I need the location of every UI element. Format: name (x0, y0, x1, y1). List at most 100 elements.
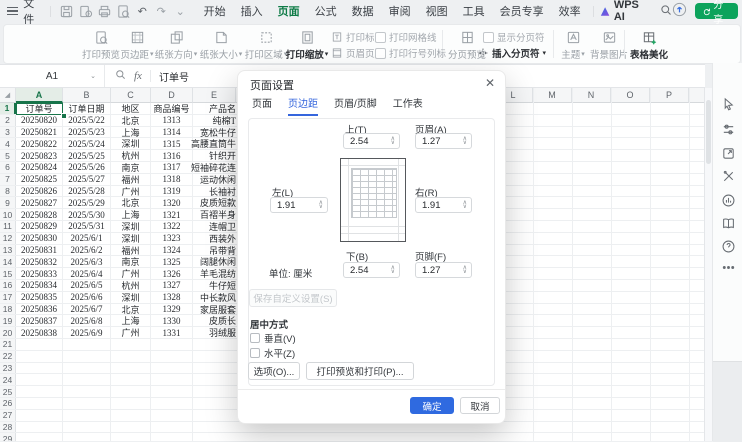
cell-D27[interactable] (151, 410, 193, 421)
cell-A5[interactable]: 20250823 (16, 150, 63, 161)
cell-A19[interactable]: 20250837 (16, 315, 63, 326)
tools-icon[interactable] (720, 168, 736, 184)
cell-B14[interactable]: 2025/6/3 (63, 256, 111, 267)
cell-C8[interactable]: 广州 (111, 186, 151, 197)
footer-margin-input[interactable]: 1.27 ∧∨ (415, 262, 472, 278)
row-header-19[interactable]: 19 (0, 315, 16, 326)
cell-E24[interactable] (193, 374, 236, 385)
cell-B28[interactable] (63, 422, 111, 433)
cell-E2[interactable]: 纯棉T (193, 115, 236, 126)
cell-B15[interactable]: 2025/6/4 (63, 268, 111, 279)
cell-E29[interactable] (193, 433, 236, 441)
row-header-6[interactable]: 6 (0, 162, 16, 173)
formula-search-icon[interactable] (115, 69, 126, 83)
print-preview-and-print-button[interactable]: 打印预览和打印(P)... (306, 362, 414, 380)
menu-tab-公式[interactable]: 公式 (315, 3, 337, 19)
cell-C29[interactable] (111, 433, 151, 441)
cell-C25[interactable] (111, 386, 151, 397)
cell-B7[interactable]: 2025/5/27 (63, 174, 111, 185)
cell-B11[interactable]: 2025/5/31 (63, 221, 111, 232)
search-icon[interactable] (660, 4, 672, 19)
checkbox-print-gridlines[interactable]: 打印网格线 (375, 30, 437, 44)
cell-C11[interactable]: 深圳 (111, 221, 151, 232)
cell-A20[interactable]: 20250838 (16, 327, 63, 338)
vertical-center-checkbox-row[interactable]: 垂直(V) (250, 331, 296, 345)
row-header-1[interactable]: 1 (0, 103, 16, 114)
cell-A6[interactable]: 20250824 (16, 162, 63, 173)
row-header-27[interactable]: 27 (0, 410, 16, 421)
save-custom-settings-button[interactable]: 保存自定义设置(S) (249, 289, 337, 307)
cell-B1[interactable]: 订单日期 (63, 103, 111, 114)
cell-E7[interactable]: 运动休闲 (193, 174, 236, 185)
dialog-tab-页边距[interactable]: 页边距 (288, 95, 318, 116)
cell-B9[interactable]: 2025/5/29 (63, 197, 111, 208)
menu-tab-插入[interactable]: 插入 (241, 3, 263, 19)
checkbox-icon[interactable] (375, 32, 386, 43)
cell-E9[interactable]: 皮质短款 (193, 197, 236, 208)
chevron-down-icon[interactable]: ⌄ (90, 73, 96, 80)
bottom-margin-input[interactable]: 2.54 ∧∨ (343, 262, 400, 278)
row-header-25[interactable]: 25 (0, 386, 16, 397)
row-header-11[interactable]: 11 (0, 221, 16, 232)
cell-A10[interactable]: 20250828 (16, 209, 63, 220)
cell-E27[interactable] (193, 410, 236, 421)
ribbon-item-表格美化[interactable]: 表格美化 (627, 28, 671, 61)
cell-A24[interactable] (16, 374, 63, 385)
cell-B5[interactable]: 2025/5/25 (63, 150, 111, 161)
cell-C7[interactable]: 福州 (111, 174, 151, 185)
cell-C16[interactable]: 杭州 (111, 280, 151, 291)
cell-C4[interactable]: 深圳 (111, 138, 151, 149)
checkbox-icon[interactable] (375, 48, 386, 59)
print-preview-icon[interactable] (116, 4, 131, 19)
column-header-A[interactable]: A (16, 88, 63, 103)
cell-A3[interactable]: 20250821 (16, 127, 63, 138)
spinner-arrows-icon[interactable]: ∧∨ (391, 266, 399, 274)
cell-A27[interactable] (16, 410, 63, 421)
cell-D4[interactable]: 1315 (151, 138, 193, 149)
cell-B3[interactable]: 2025/5/23 (63, 127, 111, 138)
cell-C9[interactable]: 北京 (111, 197, 151, 208)
cell-A25[interactable] (16, 386, 63, 397)
cell-A15[interactable]: 20250833 (16, 268, 63, 279)
options-button[interactable]: 选项(O)... (248, 362, 300, 380)
formula-bar-content[interactable]: 订单号 (159, 69, 189, 84)
cloud-upload-icon[interactable] (672, 2, 687, 20)
cell-E15[interactable]: 羊毛混纺 (193, 268, 236, 279)
column-header-B[interactable]: B (63, 88, 111, 103)
cell-E20[interactable]: 羽绒服 (193, 327, 236, 338)
cell-C27[interactable] (111, 410, 151, 421)
table-row[interactable]: 29 (0, 433, 704, 441)
row-header-5[interactable]: 5 (0, 150, 16, 161)
cell-A21[interactable] (16, 339, 63, 350)
menu-tab-数据[interactable]: 数据 (352, 3, 374, 19)
row-header-15[interactable]: 15 (0, 268, 16, 279)
wps-ai-button[interactable]: WPS AI (600, 0, 650, 23)
cell-B22[interactable] (63, 351, 111, 362)
cell-D26[interactable] (151, 398, 193, 409)
cell-E23[interactable] (193, 363, 236, 374)
spinner-arrows-icon[interactable]: ∧∨ (319, 201, 327, 209)
sliders-icon[interactable] (720, 121, 736, 137)
chevron-down-icon[interactable]: ⌄ (173, 4, 188, 19)
menu-tab-会员专享[interactable]: 会员专享 (500, 3, 544, 19)
cell-D28[interactable] (151, 422, 193, 433)
cell-C28[interactable] (111, 422, 151, 433)
cell-A7[interactable]: 20250825 (16, 174, 63, 185)
row-header-20[interactable]: 20 (0, 327, 16, 338)
cell-D16[interactable]: 1327 (151, 280, 193, 291)
cell-D5[interactable]: 1316 (151, 150, 193, 161)
row-header-3[interactable]: 3 (0, 127, 16, 138)
spinner-arrows-icon[interactable]: ∧∨ (463, 266, 471, 274)
column-header-D[interactable]: D (151, 88, 193, 103)
cell-E3[interactable]: 宽松牛仔 (193, 127, 236, 138)
cell-D20[interactable]: 1331 (151, 327, 193, 338)
close-icon[interactable]: ✕ (485, 76, 495, 90)
cell-B27[interactable] (63, 410, 111, 421)
checkbox-icon[interactable] (250, 348, 260, 358)
cell-E1[interactable]: 产品名 (193, 103, 236, 114)
horizontal-center-checkbox-row[interactable]: 水平(Z) (250, 346, 295, 360)
right-margin-input[interactable]: 1.91 ∧∨ (415, 197, 472, 213)
row-header-22[interactable]: 22 (0, 351, 16, 362)
export-icon[interactable] (78, 4, 93, 19)
hamburger-menu-icon[interactable] (7, 7, 18, 16)
